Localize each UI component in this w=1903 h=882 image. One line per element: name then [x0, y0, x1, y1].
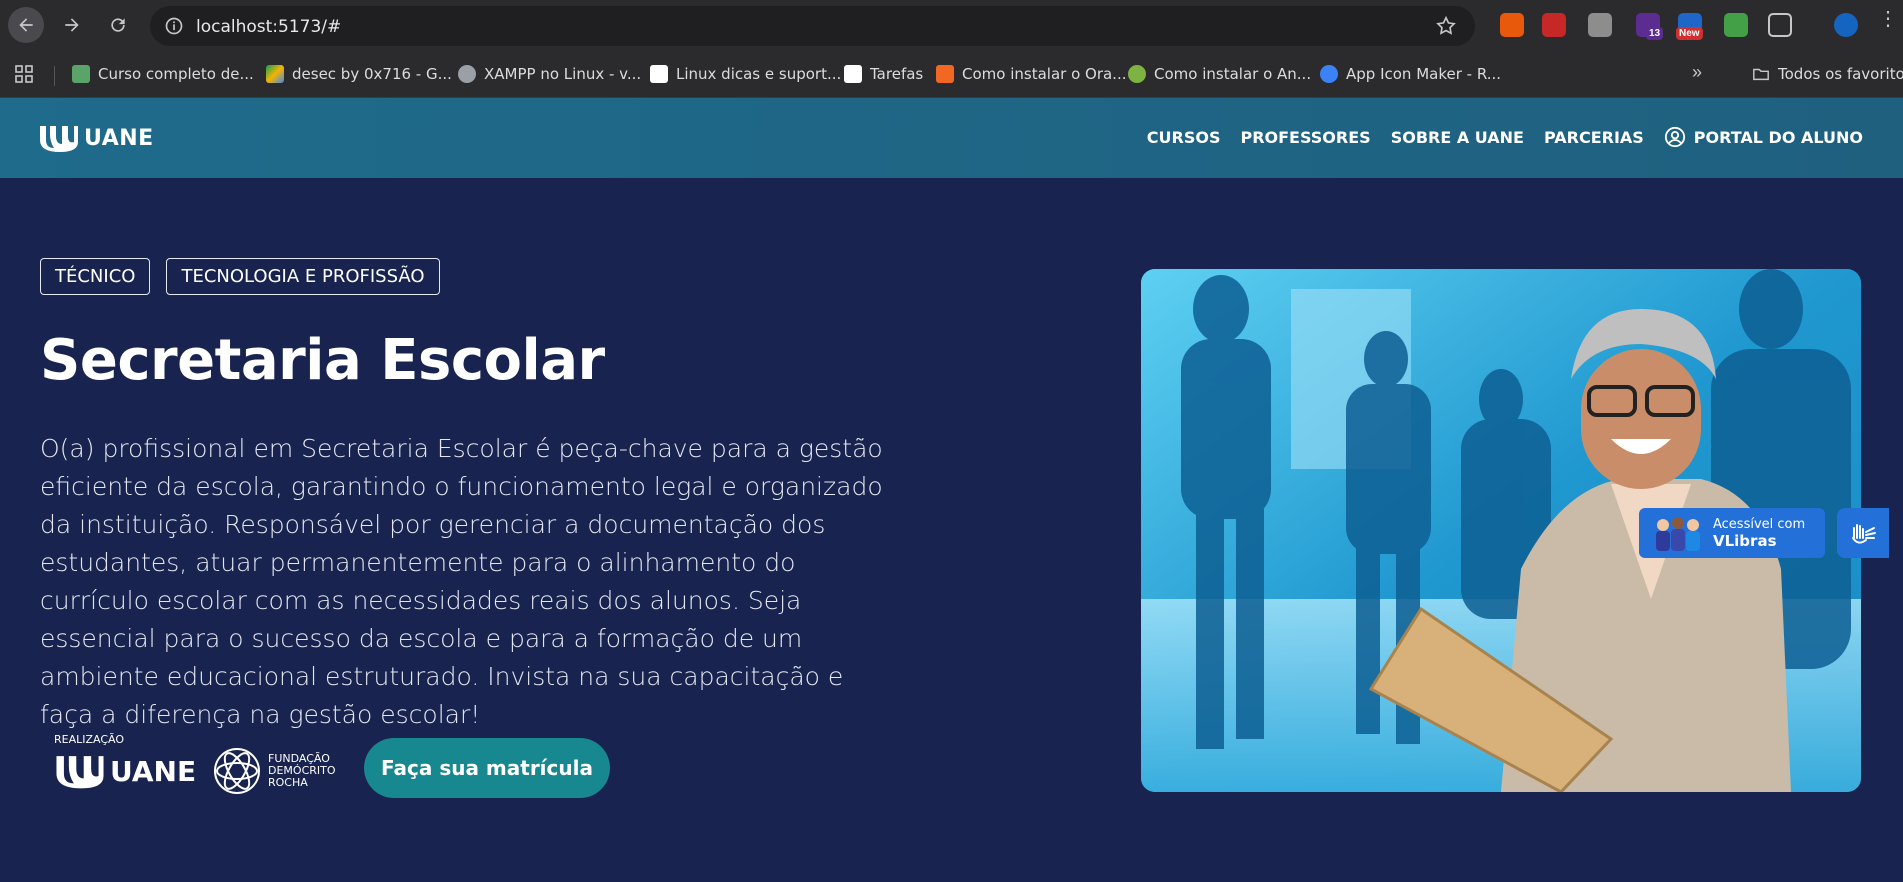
vlibras-banner[interactable]: Acessível com VLibras: [1639, 508, 1825, 558]
bookmark-label: XAMPP no Linux - v...: [484, 65, 642, 83]
main-nav: CURSOS PROFESSORES SOBRE A UANE PARCERIA…: [1147, 126, 1863, 148]
site-logo[interactable]: UANE: [38, 122, 154, 154]
nav-link-cursos[interactable]: CURSOS: [1147, 128, 1221, 147]
star-icon[interactable]: [1435, 15, 1457, 37]
all-bookmarks-label: Todos os favoritos: [1778, 65, 1903, 83]
url-text[interactable]: localhost:5173/#: [196, 17, 341, 37]
bookmarks-separator: [54, 66, 55, 86]
vlibras-line-1: Acessível com: [1713, 516, 1806, 532]
browser-toolbar: localhost:5173/# 13 New ⋮: [0, 0, 1903, 52]
all-bookmarks-folder[interactable]: Todos os favoritos: [1752, 61, 1903, 87]
bookmark-item[interactable]: Curso completo de...: [72, 61, 254, 87]
partner-uane-text: UANE: [110, 754, 197, 788]
course-title: Secretaria Escolar: [40, 328, 605, 393]
bookmark-label: Tarefas: [870, 65, 924, 83]
bookmark-item[interactable]: App Icon Maker - R...: [1320, 61, 1501, 87]
folder-icon: [1753, 68, 1769, 81]
nav-link-professores[interactable]: PROFESSORES: [1240, 128, 1370, 147]
android-icon: [1128, 65, 1146, 83]
vlibras-avatars-icon: [1656, 517, 1700, 551]
bookmark-item[interactable]: Tarefas: [844, 61, 923, 87]
google-drive-icon: [266, 65, 284, 83]
portal-do-aluno-link[interactable]: PORTAL DO ALUNO: [1664, 126, 1863, 148]
app-store-icon: [1320, 65, 1338, 83]
enroll-button[interactable]: Faça sua matrícula: [364, 738, 610, 798]
bookmark-label: Curso completo de...: [98, 65, 254, 83]
vlibras-toggle-button[interactable]: [1837, 508, 1889, 558]
portal-label: PORTAL DO ALUNO: [1693, 127, 1863, 147]
apps-grid-icon[interactable]: [14, 64, 34, 84]
chevron-double-right-icon[interactable]: »: [1692, 62, 1702, 83]
tag-tecnologia-profissao: TECNOLOGIA E PROFISSÃO: [166, 258, 440, 295]
bookmark-label: desec by 0x716 - G...: [292, 65, 452, 83]
hero-section: TÉCNICO TECNOLOGIA E PROFISSÃO Secretari…: [0, 178, 1903, 882]
logo-text: UANE: [84, 125, 154, 151]
notion-icon: [844, 65, 862, 83]
profile-avatar[interactable]: [1834, 13, 1858, 37]
bookmark-item[interactable]: XAMPP no Linux - v...: [458, 61, 641, 87]
extension-icon[interactable]: [1542, 13, 1566, 37]
extension-count-badge: 13: [1646, 27, 1664, 40]
nav-link-sobre[interactable]: SOBRE A UANE: [1391, 128, 1524, 147]
bookmark-label: App Icon Maker - R...: [1346, 65, 1502, 83]
site-header: UANE CURSOS PROFESSORES SOBRE A UANE PAR…: [0, 98, 1903, 178]
bookmark-item[interactable]: Como instalar o An...: [1128, 61, 1311, 87]
forward-button[interactable]: [54, 7, 90, 43]
extension-icon[interactable]: [1500, 13, 1524, 37]
reload-button[interactable]: [100, 7, 136, 43]
course-description: O(a) profissional em Secretaria Escolar …: [40, 434, 883, 729]
arrow-right-icon: [65, 18, 79, 32]
info-icon[interactable]: [164, 16, 184, 36]
bookmark-item[interactable]: desec by 0x716 - G...: [266, 61, 452, 87]
bookmark-label: Linux dicas e suport...: [676, 65, 842, 83]
vlibras-line-2: VLibras: [1713, 531, 1777, 550]
extension-new-badge: New: [1676, 27, 1703, 40]
bookmark-item[interactable]: Linux dicas e suport...: [650, 61, 841, 87]
menu-dots-icon[interactable]: ⋮: [1878, 9, 1898, 29]
address-bar[interactable]: localhost:5173/#: [150, 6, 1475, 46]
extensions-puzzle-icon[interactable]: [1768, 13, 1792, 37]
bookmark-label: Como instalar o Ora...: [962, 65, 1127, 83]
arrow-left-icon: [19, 18, 33, 32]
course-tags: TÉCNICO TECNOLOGIA E PROFISSÃO: [40, 258, 440, 295]
bookmark-item[interactable]: Como instalar o Ora...: [936, 61, 1126, 87]
extension-icon[interactable]: New: [1676, 13, 1703, 40]
extension-icon[interactable]: [1724, 13, 1748, 37]
sign-language-hands-icon: [1852, 524, 1876, 544]
reload-icon: [111, 18, 125, 32]
tag-tecnico: TÉCNICO: [40, 258, 151, 295]
globe-icon: [458, 65, 476, 83]
user-circle-icon: [1664, 126, 1685, 148]
back-button[interactable]: [8, 7, 44, 43]
uane-logo-icon: [40, 126, 78, 152]
bookmark-label: Como instalar o An...: [1154, 65, 1312, 83]
tabnews-icon: [936, 65, 954, 83]
linux-icon: [650, 65, 668, 83]
extension-icon[interactable]: [1588, 13, 1612, 37]
fundacao-rosette-icon: [214, 748, 260, 794]
partner-uane-logo: UANE: [54, 750, 196, 792]
partner-fundacao-logo: FUNDAÇÃO DEMÓCRITO ROCHA: [212, 746, 336, 796]
realizacao-label: REALIZAÇÃO: [54, 733, 125, 746]
uane-logo-icon: [56, 756, 104, 789]
fdr-line-3: ROCHA: [268, 776, 308, 789]
nav-link-parcerias[interactable]: PARCERIAS: [1544, 128, 1644, 147]
bookmarks-bar: Curso completo de... desec by 0x716 - G.…: [0, 52, 1903, 98]
extension-icon[interactable]: 13: [1636, 13, 1664, 40]
bookmark-favicon-icon: [72, 65, 90, 83]
